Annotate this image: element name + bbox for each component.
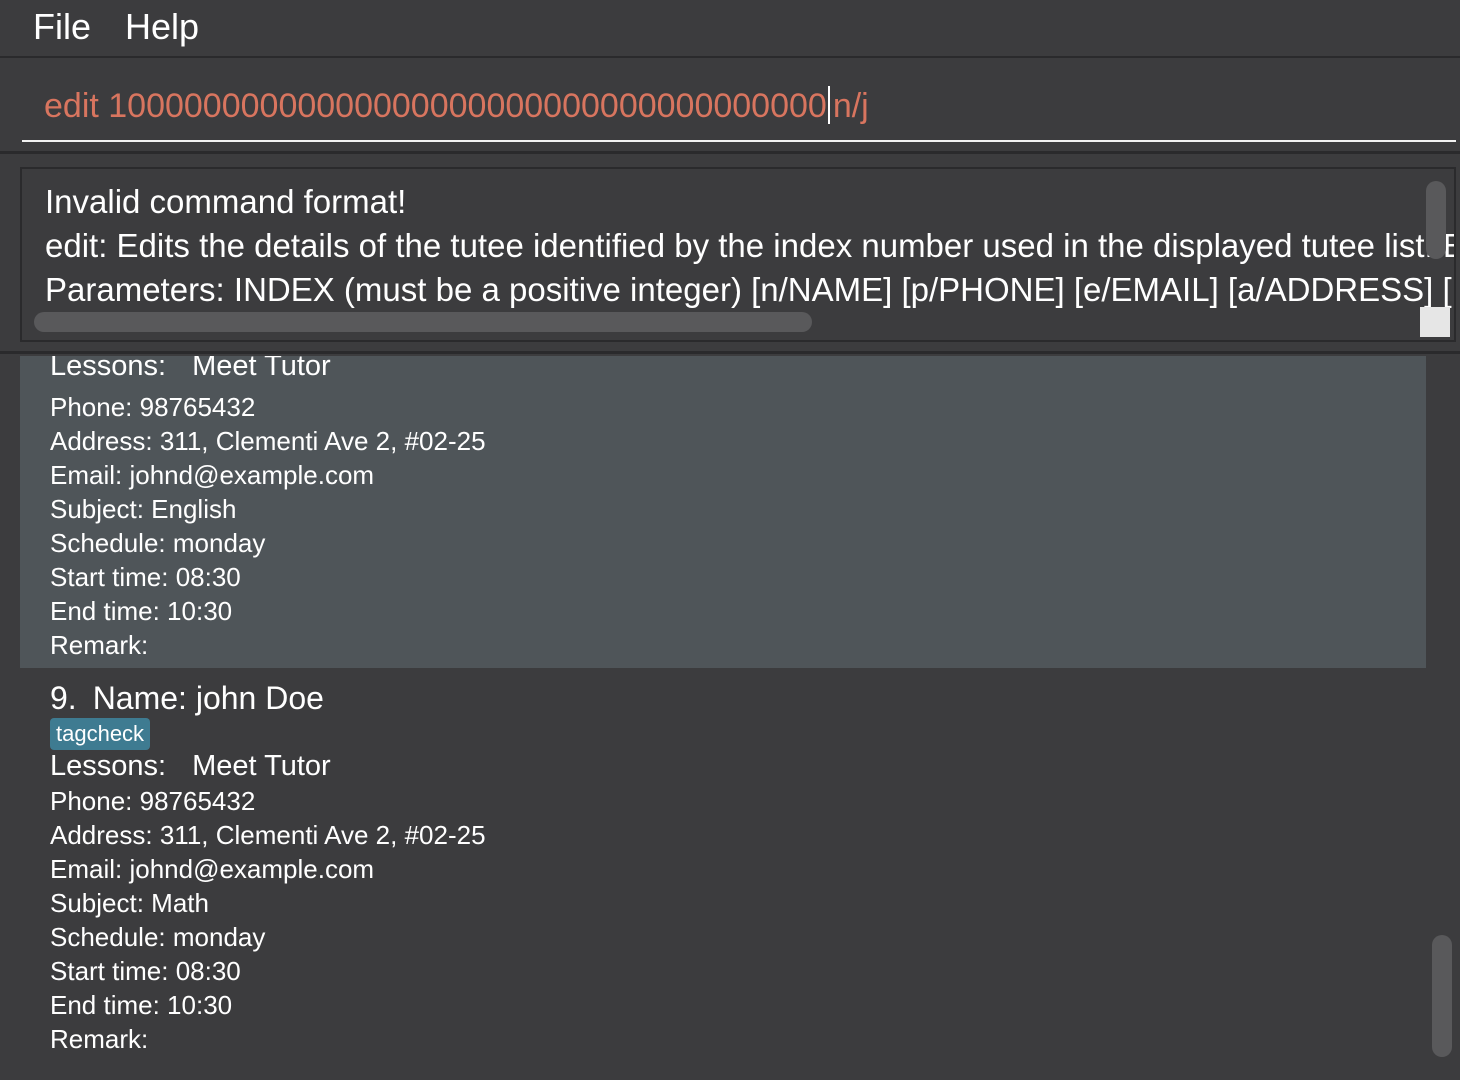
tutee-index: 9. bbox=[50, 680, 77, 716]
result-line: Invalid command format! bbox=[45, 183, 407, 220]
result-line: Parameters: INDEX (must be a positive in… bbox=[45, 271, 1452, 308]
command-input[interactable]: edit 10000000000000000000000000000000000… bbox=[22, 60, 1456, 142]
start-time-field: Start time: 08:30 bbox=[50, 956, 241, 986]
schedule-field: Schedule: monday bbox=[50, 528, 266, 558]
result-vertical-scrollbar[interactable] bbox=[1426, 181, 1446, 259]
card-header: 9. Name: john Doe bbox=[50, 680, 324, 717]
lessons-value: Meet Tutor bbox=[192, 356, 331, 382]
result-horizontal-scrollbar[interactable] bbox=[34, 312, 812, 332]
remark-field: Remark: bbox=[50, 630, 149, 660]
address-field: Address: 311, Clementi Ave 2, #02-25 bbox=[50, 426, 486, 456]
lessons-value: Meet Tutor bbox=[192, 750, 331, 782]
command-area: edit 10000000000000000000000000000000000… bbox=[0, 60, 1460, 154]
result-area: Invalid command format! edit: Edits the … bbox=[0, 157, 1460, 354]
email-field: Email: johnd@example.com bbox=[50, 854, 375, 884]
lessons-label: Lessons: bbox=[50, 356, 167, 382]
text-caret bbox=[827, 86, 830, 124]
tutee-card-selected[interactable]: Lessons: Meet Tutor Phone: 98765432 Addre… bbox=[20, 356, 1426, 668]
phone-field: Phone: 98765432 bbox=[50, 786, 256, 816]
command-text-before-caret: edit 10000000000000000000000000000000000… bbox=[44, 87, 827, 125]
command-text-after-caret: n/j bbox=[832, 87, 869, 125]
tutee-list[interactable]: Lessons: Meet Tutor Phone: 98765432 Addre… bbox=[20, 356, 1426, 1066]
result-line: edit: Edits the details of the tutee ide… bbox=[45, 227, 1456, 264]
subject-field: Subject: Math bbox=[50, 888, 209, 918]
remark-field: Remark: bbox=[50, 1024, 149, 1054]
start-time-field: Start time: 08:30 bbox=[50, 562, 241, 592]
schedule-field: Schedule: monday bbox=[50, 922, 266, 952]
result-display[interactable]: Invalid command format! edit: Edits the … bbox=[20, 167, 1456, 342]
menu-bar: File Help bbox=[0, 0, 1460, 58]
email-field: Email: johnd@example.com bbox=[50, 460, 375, 490]
tag-badge: tagcheck bbox=[50, 718, 151, 750]
end-time-field: End time: 10:30 bbox=[50, 990, 233, 1020]
menu-help[interactable]: Help bbox=[125, 6, 199, 48]
tutee-card[interactable]: 9. Name: john Doe tagcheck Lessons: Meet T… bbox=[20, 668, 1426, 1066]
lessons-row: Lessons: Meet Tutor bbox=[50, 356, 331, 383]
lessons-label: Lessons: bbox=[50, 750, 167, 782]
status-strip bbox=[0, 1066, 1460, 1080]
scrollbar-corner bbox=[1420, 307, 1450, 337]
command-text: edit 10000000000000000000000000000000000… bbox=[44, 86, 869, 126]
end-time-field: End time: 10:30 bbox=[50, 596, 233, 626]
phone-field: Phone: 98765432 bbox=[50, 392, 256, 422]
menu-file[interactable]: File bbox=[33, 6, 91, 48]
lessons-row: Lessons: Meet Tutor bbox=[50, 750, 331, 783]
list-scrollbar-thumb[interactable] bbox=[1432, 935, 1452, 1057]
tutee-name: Name: john Doe bbox=[92, 680, 324, 716]
subject-field: Subject: English bbox=[50, 494, 237, 524]
address-field: Address: 311, Clementi Ave 2, #02-25 bbox=[50, 820, 486, 850]
